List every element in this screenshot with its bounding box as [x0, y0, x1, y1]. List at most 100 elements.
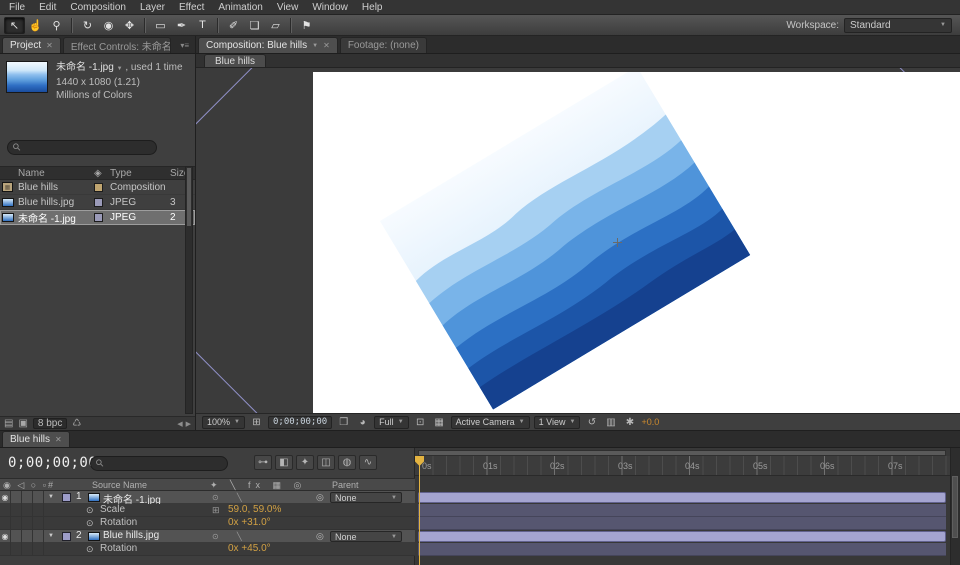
- scrollbar-thumb[interactable]: [952, 476, 958, 538]
- column-source-name[interactable]: Source Name: [92, 480, 147, 490]
- property-name[interactable]: Rotation: [100, 543, 137, 554]
- stopwatch-icon[interactable]: ⊙: [86, 505, 94, 516]
- layer-duration-bar[interactable]: [418, 492, 946, 503]
- close-icon[interactable]: ✕: [55, 435, 62, 444]
- property-value[interactable]: 0x +45.0°: [228, 543, 271, 554]
- project-bit-depth[interactable]: 8 bpc: [33, 418, 67, 429]
- label-color-chip[interactable]: [94, 213, 103, 222]
- pickwhip-icon[interactable]: ◎: [316, 492, 324, 503]
- tab-timeline-blue-hills[interactable]: Blue hills ✕: [2, 431, 70, 447]
- zoom-tool-icon[interactable]: ⚲: [46, 17, 67, 34]
- av-cell[interactable]: [11, 543, 22, 556]
- menu-help[interactable]: Help: [355, 1, 390, 14]
- label-color-chip[interactable]: [94, 198, 103, 207]
- frame-blending-icon[interactable]: ◫: [317, 455, 335, 470]
- column-parent[interactable]: Parent: [332, 480, 359, 490]
- property-row-rotation[interactable]: ⊙ Rotation 0x +31.0°: [0, 517, 415, 530]
- menu-view[interactable]: View: [270, 1, 306, 14]
- project-search-input[interactable]: [25, 142, 150, 153]
- exposure-value[interactable]: +0.0: [641, 417, 659, 427]
- menu-file[interactable]: File: [2, 1, 32, 14]
- eye-icon[interactable]: ◉: [0, 530, 11, 543]
- menu-layer[interactable]: Layer: [133, 1, 172, 14]
- show-channel-icon[interactable]: ◕: [355, 416, 370, 429]
- magnification-dropdown[interactable]: 100% ▼: [202, 416, 245, 429]
- resolution-dropdown[interactable]: Full ▼: [374, 416, 408, 429]
- type-tool-icon[interactable]: T: [192, 17, 213, 34]
- column-name[interactable]: Name: [18, 168, 94, 179]
- solo-cell[interactable]: [22, 530, 33, 543]
- eye-icon[interactable]: ◉: [0, 491, 11, 504]
- layer-label-chip[interactable]: [62, 532, 71, 541]
- hand-tool-icon[interactable]: ☝: [25, 17, 46, 34]
- av-cell[interactable]: [11, 504, 22, 517]
- menu-edit[interactable]: Edit: [32, 1, 63, 14]
- graph-editor-icon[interactable]: ∿: [359, 455, 377, 470]
- audio-cell[interactable]: [11, 530, 22, 543]
- refresh-icon[interactable]: ↺: [584, 416, 599, 429]
- property-row-rotation[interactable]: ⊙ Rotation 0x +45.0°: [0, 543, 415, 556]
- interpret-footage-icon[interactable]: ▤: [4, 418, 13, 429]
- pan-behind-tool-icon[interactable]: ✥: [119, 17, 140, 34]
- new-folder-icon[interactable]: ▣: [18, 418, 27, 429]
- tab-composition[interactable]: Composition: Blue hills ▼ ✕: [198, 37, 338, 53]
- tab-effect-controls[interactable]: Effect Controls: 未命名: [63, 37, 171, 53]
- column-number[interactable]: #: [48, 480, 53, 490]
- menu-effect[interactable]: Effect: [172, 1, 211, 14]
- time-ruler[interactable]: 0s 01s 02s 03s 04s 05s 06s 07s: [415, 456, 950, 476]
- property-value[interactable]: 0x +31.0°: [228, 517, 271, 528]
- constrain-proportions-icon[interactable]: ⊞: [212, 505, 220, 516]
- current-time-display[interactable]: 0;00;00;00: [8, 455, 97, 471]
- transparency-grid-icon[interactable]: ▦: [432, 416, 447, 429]
- close-icon[interactable]: ✕: [323, 41, 330, 50]
- table-row[interactable]: ▦ Blue hills Composition: [0, 180, 195, 195]
- composition-viewer[interactable]: [196, 68, 960, 413]
- pickwhip-icon[interactable]: ◎: [316, 531, 324, 542]
- camera-tool-icon[interactable]: ◉: [98, 17, 119, 34]
- column-type[interactable]: Type: [110, 168, 170, 179]
- layer-row[interactable]: ◉ ▼ 1 未命名 -1.jpg ⊙ ╲ ◎ None ▼: [0, 491, 415, 504]
- camera-view-dropdown[interactable]: Active Camera ▼: [451, 416, 530, 429]
- solo-cell[interactable]: [22, 491, 33, 504]
- timeline-track-area[interactable]: 0s 01s 02s 03s 04s 05s 06s 07s: [415, 448, 950, 565]
- chevron-down-icon[interactable]: ▼: [312, 43, 318, 49]
- hide-shy-layers-icon[interactable]: ✦: [296, 455, 314, 470]
- lock-cell[interactable]: [33, 530, 44, 543]
- pixel-aspect-icon[interactable]: ▥: [603, 416, 618, 429]
- puppet-pin-tool-icon[interactable]: ⚑: [296, 17, 317, 34]
- tab-footage[interactable]: Footage: (none): [340, 37, 427, 53]
- property-row-scale[interactable]: ⊙ Scale ⊞ 59.0, 59.0%: [0, 504, 415, 517]
- tab-project[interactable]: Project ✕: [2, 37, 61, 53]
- layer-source-name[interactable]: Blue hills.jpg: [103, 530, 159, 541]
- layer-switches-icons[interactable]: ⊙ ╲: [212, 493, 250, 502]
- timeline-scrollbar[interactable]: [950, 448, 960, 565]
- project-scrollbar[interactable]: [185, 166, 193, 414]
- twirl-down-icon[interactable]: ▼: [48, 533, 54, 539]
- av-cell[interactable]: [0, 504, 11, 517]
- menu-animation[interactable]: Animation: [211, 1, 269, 14]
- rotation-tool-icon[interactable]: ↻: [77, 17, 98, 34]
- property-name[interactable]: Rotation: [100, 517, 137, 528]
- workspace-dropdown[interactable]: Standard ▼: [844, 18, 952, 33]
- table-row[interactable]: Blue hills.jpg JPEG 3: [0, 195, 195, 210]
- property-name[interactable]: Scale: [100, 504, 125, 515]
- stopwatch-icon[interactable]: ⊙: [86, 518, 94, 529]
- region-of-interest-icon[interactable]: ⊡: [413, 416, 428, 429]
- draft-3d-icon[interactable]: ◧: [275, 455, 293, 470]
- layer-switches-icons[interactable]: ⊙ ╲: [212, 532, 250, 541]
- composition-mini-flowchart-icon[interactable]: ⊶: [254, 455, 272, 470]
- parent-dropdown[interactable]: None ▼: [330, 531, 402, 542]
- av-cell[interactable]: [0, 517, 11, 530]
- stopwatch-icon[interactable]: ⊙: [86, 544, 94, 555]
- brush-tool-icon[interactable]: ✐: [223, 17, 244, 34]
- label-column-icon[interactable]: ◈: [94, 168, 110, 179]
- av-cell[interactable]: [11, 517, 22, 530]
- av-cell[interactable]: [22, 517, 33, 530]
- label-color-chip[interactable]: [94, 183, 103, 192]
- layer-label-chip[interactable]: [62, 493, 71, 502]
- timeline-search-input[interactable]: [108, 458, 221, 469]
- menu-composition[interactable]: Composition: [63, 1, 133, 14]
- panel-menu-icon[interactable]: ▾≡: [176, 41, 193, 53]
- chevron-down-icon[interactable]: ▼: [117, 66, 123, 72]
- project-item-thumbnail[interactable]: [6, 61, 48, 93]
